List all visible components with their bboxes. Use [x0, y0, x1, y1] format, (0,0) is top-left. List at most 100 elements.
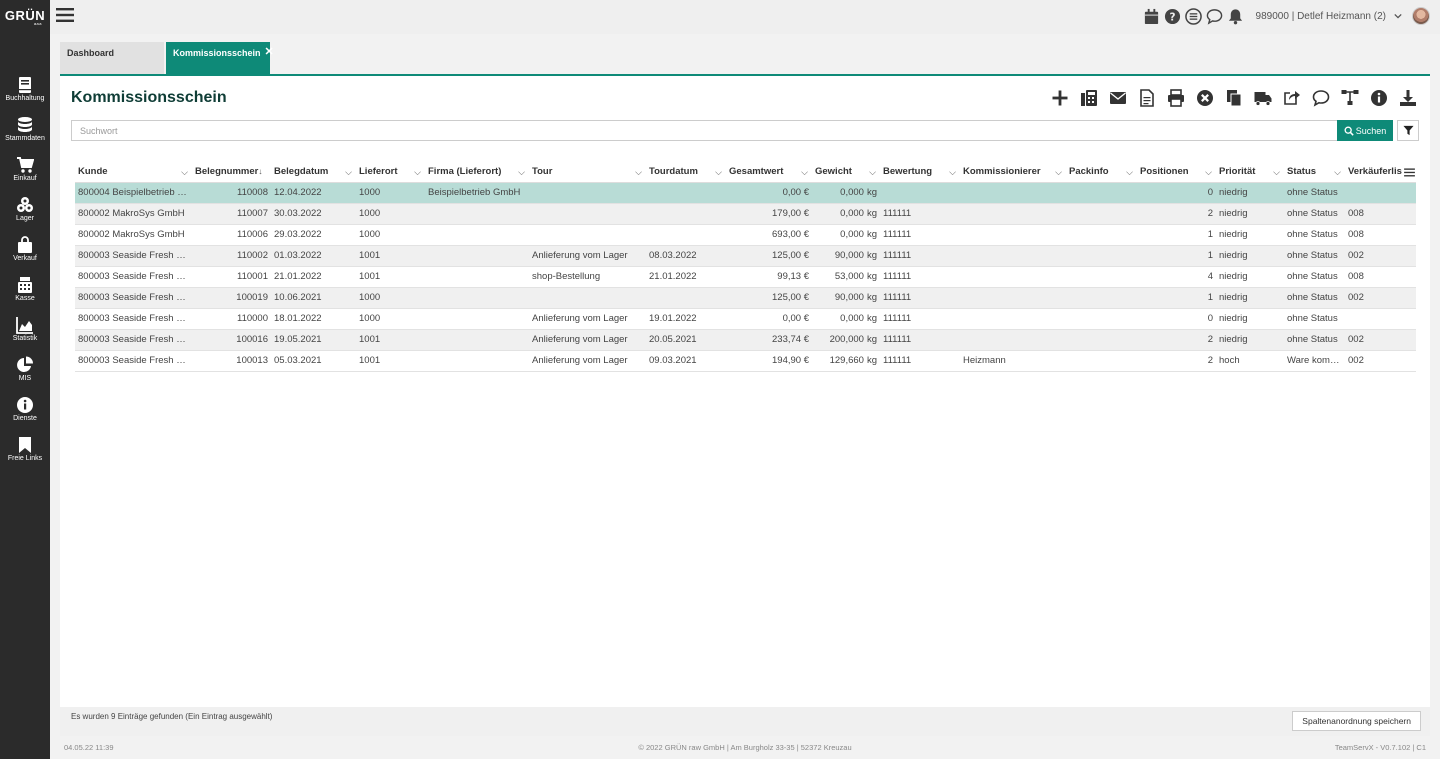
- hamburger-menu-icon[interactable]: [56, 7, 74, 23]
- calendar-icon[interactable]: [1143, 8, 1160, 25]
- bell-icon[interactable]: [1227, 8, 1244, 25]
- chevron-down-icon[interactable]: ⌵: [1334, 167, 1341, 178]
- column-header-belegnummer[interactable]: Belegnummer↓: [192, 162, 271, 183]
- column-header-verkaeuferliste[interactable]: Verkäuferlis: [1345, 162, 1416, 183]
- column-header-prioritaet[interactable]: Priorität ⌵: [1216, 162, 1284, 183]
- avatar[interactable]: [1412, 7, 1430, 25]
- search-bar: Suchen: [71, 120, 1419, 141]
- copy-button[interactable]: [1223, 87, 1244, 108]
- column-header-gesamtwert[interactable]: Gesamtwert ⌵: [726, 162, 812, 183]
- sidebar-item-lager[interactable]: Lager: [0, 196, 50, 236]
- column-header-positionen[interactable]: Positionen ⌵: [1137, 162, 1216, 183]
- column-header-firma-lieferort[interactable]: Firma (Lieferort) ⌵: [425, 162, 529, 183]
- table-row[interactable]: 800003 Seaside Fresh Seafood11000201.03.…: [75, 245, 1416, 267]
- table-cell: [960, 266, 1066, 288]
- sidebar-item-statistik[interactable]: Statistik: [0, 316, 50, 356]
- sidebar-item-einkauf[interactable]: Einkauf: [0, 156, 50, 196]
- table-cell: Anlieferung vom Lager: [529, 245, 646, 267]
- sidebar-item-verkauf[interactable]: Verkauf: [0, 236, 50, 276]
- table-cell: Ware kommissioniert: [1284, 350, 1345, 372]
- search-input[interactable]: [71, 120, 1337, 141]
- add-button[interactable]: [1049, 87, 1070, 108]
- info-button[interactable]: [1368, 87, 1389, 108]
- column-header-tour[interactable]: Tour ⌵: [529, 162, 646, 183]
- chevron-down-icon[interactable]: ⌵: [1273, 167, 1280, 178]
- chevron-down-icon[interactable]: ⌵: [801, 167, 808, 178]
- save-column-layout-button[interactable]: Spaltenanordnung speichern: [1292, 711, 1421, 731]
- chevron-down-icon[interactable]: ⌵: [949, 167, 956, 178]
- column-header-kunde[interactable]: Kunde ⌵: [75, 162, 192, 183]
- sidebar-item-stammdaten[interactable]: Stammdaten: [0, 116, 50, 156]
- chevron-down-icon[interactable]: ⌵: [518, 167, 525, 178]
- chat-icon[interactable]: [1206, 8, 1223, 25]
- table-cell: [1066, 203, 1137, 225]
- chevron-down-icon[interactable]: ⌵: [414, 167, 421, 178]
- share-button[interactable]: [1281, 87, 1302, 108]
- table-row[interactable]: 800003 Seaside Fresh Seafood10001305.03.…: [75, 350, 1416, 372]
- table-cell: Anlieferung vom Lager: [529, 308, 646, 330]
- column-header-packinfo[interactable]: Packinfo ⌵: [1066, 162, 1137, 183]
- sidebar-item-dienste[interactable]: Dienste: [0, 396, 50, 436]
- column-header-belegdatum[interactable]: Belegdatum ⌵: [271, 162, 356, 183]
- chevron-down-icon[interactable]: ⌵: [1055, 167, 1062, 178]
- chevron-down-icon[interactable]: ⌵: [181, 167, 188, 178]
- delivery-button[interactable]: [1252, 87, 1273, 108]
- table-row[interactable]: 800004 Beispielbetrieb GmbH11000812.04.2…: [75, 182, 1416, 204]
- column-header-kommissionierer[interactable]: Kommissionierer ⌵: [960, 162, 1066, 183]
- sidebar-item-freie-links[interactable]: Freie Links: [0, 436, 50, 476]
- structure-button[interactable]: [1339, 87, 1360, 108]
- column-label: Gesamtwert: [729, 166, 784, 178]
- table-cell: 0,00 €: [726, 308, 812, 330]
- weight-value: 0,000: [840, 187, 864, 198]
- table-row[interactable]: 800003 Seaside Fresh Seafood11000018.01.…: [75, 308, 1416, 330]
- table-cell: 110008: [192, 182, 271, 204]
- table-cell: 12.04.2022: [271, 182, 356, 204]
- download-button[interactable]: [1397, 87, 1418, 108]
- app-logo[interactable]: GRÜN aaa: [0, 0, 50, 34]
- chevron-down-icon[interactable]: ⌵: [345, 167, 352, 178]
- tab-dashboard[interactable]: Dashboard: [60, 42, 164, 76]
- column-header-gewicht[interactable]: Gewicht ⌵: [812, 162, 880, 183]
- table-row[interactable]: 800003 Seaside Fresh Seafood10001619.05.…: [75, 329, 1416, 351]
- search-button[interactable]: Suchen: [1337, 120, 1393, 141]
- column-menu-icon[interactable]: [1404, 168, 1415, 177]
- table-cell: 125,00 €: [726, 245, 812, 267]
- weight-unit: kg: [866, 313, 877, 324]
- sidebar-item-kasse[interactable]: Kasse: [0, 276, 50, 316]
- comment-button[interactable]: [1310, 87, 1331, 108]
- document-button[interactable]: [1136, 87, 1157, 108]
- chevron-down-icon[interactable]: ⌵: [1205, 167, 1212, 178]
- tab-kommissionsschein[interactable]: Kommissionsschein ✕: [166, 42, 274, 76]
- column-header-lieferort[interactable]: Lieferort ⌵: [356, 162, 425, 183]
- column-header-status[interactable]: Status ⌵: [1284, 162, 1345, 183]
- filter-button[interactable]: [1397, 120, 1419, 141]
- help-icon[interactable]: ?: [1164, 8, 1181, 25]
- table-row[interactable]: 800003 Seaside Fresh Seafood10001910.06.…: [75, 287, 1416, 309]
- chevron-down-icon[interactable]: ⌵: [1126, 167, 1133, 178]
- table-row[interactable]: 800002 MakroSys GmbH 110006 29.03.2022 1000…: [75, 224, 1416, 246]
- user-menu[interactable]: 989000 | Detlef Heizmann (2): [1256, 11, 1386, 22]
- column-label: Verkäuferlis: [1348, 166, 1402, 178]
- column-label: Bewertung: [883, 166, 933, 178]
- sidebar-item-mis[interactable]: MIS: [0, 356, 50, 396]
- chevron-down-icon[interactable]: ⌵: [715, 167, 722, 178]
- cancel-button[interactable]: [1194, 87, 1215, 108]
- chevron-down-icon[interactable]: ⌵: [635, 167, 642, 178]
- close-icon[interactable]: ✕: [265, 47, 274, 58]
- chevron-down-icon[interactable]: ⌵: [869, 167, 876, 178]
- table-cell: ohne Status: [1284, 203, 1345, 225]
- calculate-button[interactable]: [1078, 87, 1099, 108]
- print-button[interactable]: [1165, 87, 1186, 108]
- sidebar-item-buchhaltung[interactable]: Buchhaltung: [0, 76, 50, 116]
- print-icon: [1167, 88, 1184, 107]
- table-cell: Anlieferung vom Lager: [529, 350, 646, 372]
- table-row[interactable]: 800002 MakroSys GmbH 110007 30.03.2022 1000…: [75, 203, 1416, 225]
- table-cell: 0: [1137, 182, 1216, 204]
- table-row[interactable]: 800003 Seaside Fresh Seafood11000121.01.…: [75, 266, 1416, 288]
- email-button[interactable]: [1107, 87, 1128, 108]
- chevron-down-icon[interactable]: [1394, 12, 1402, 20]
- column-header-tourdatum[interactable]: Tourdatum ⌵: [646, 162, 726, 183]
- column-header-bewertung[interactable]: Bewertung ⌵: [880, 162, 960, 183]
- table-cell: [425, 266, 529, 288]
- list-icon[interactable]: [1184, 7, 1202, 25]
